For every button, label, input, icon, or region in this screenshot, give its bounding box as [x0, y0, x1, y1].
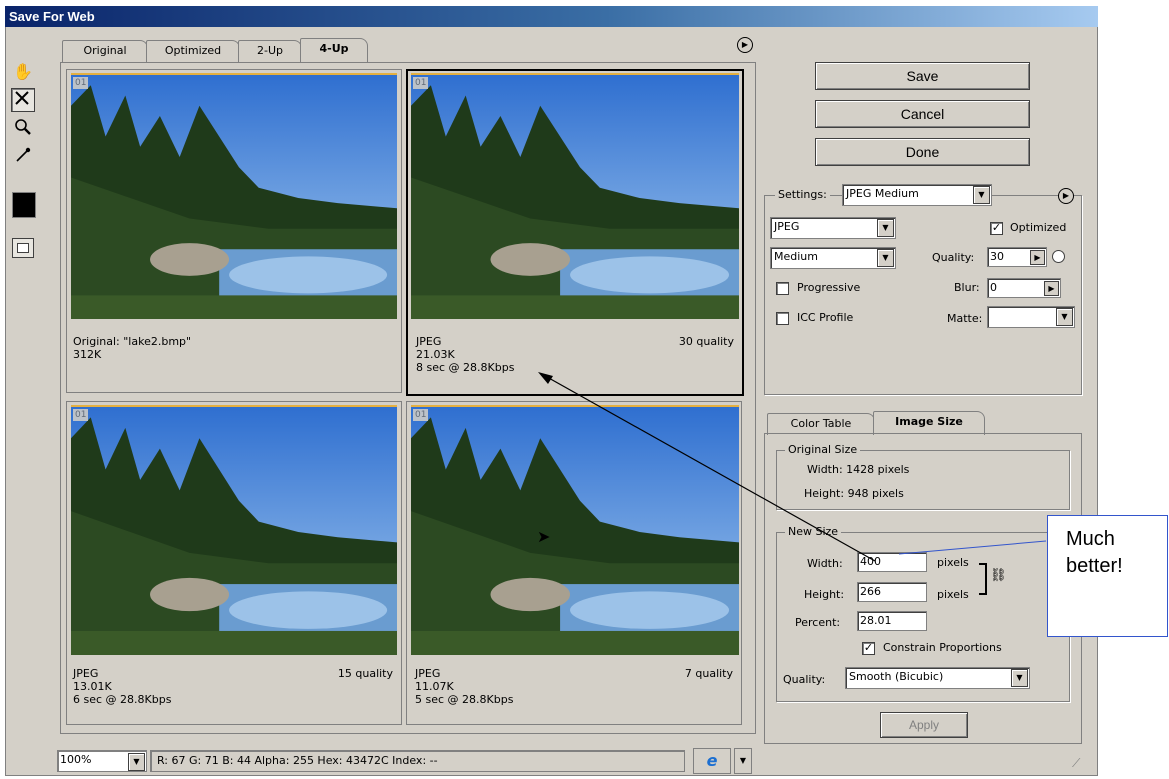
annotation-arrow-line	[546, 376, 876, 562]
annotation-callout: Much better!	[1047, 515, 1168, 637]
callout-pointer-line	[898, 540, 1047, 555]
annotation-arrows	[538, 372, 1047, 562]
callout-line1: Much	[1066, 528, 1115, 550]
annotation-arrowhead	[538, 372, 553, 384]
callout-line2: better!	[1066, 555, 1123, 577]
